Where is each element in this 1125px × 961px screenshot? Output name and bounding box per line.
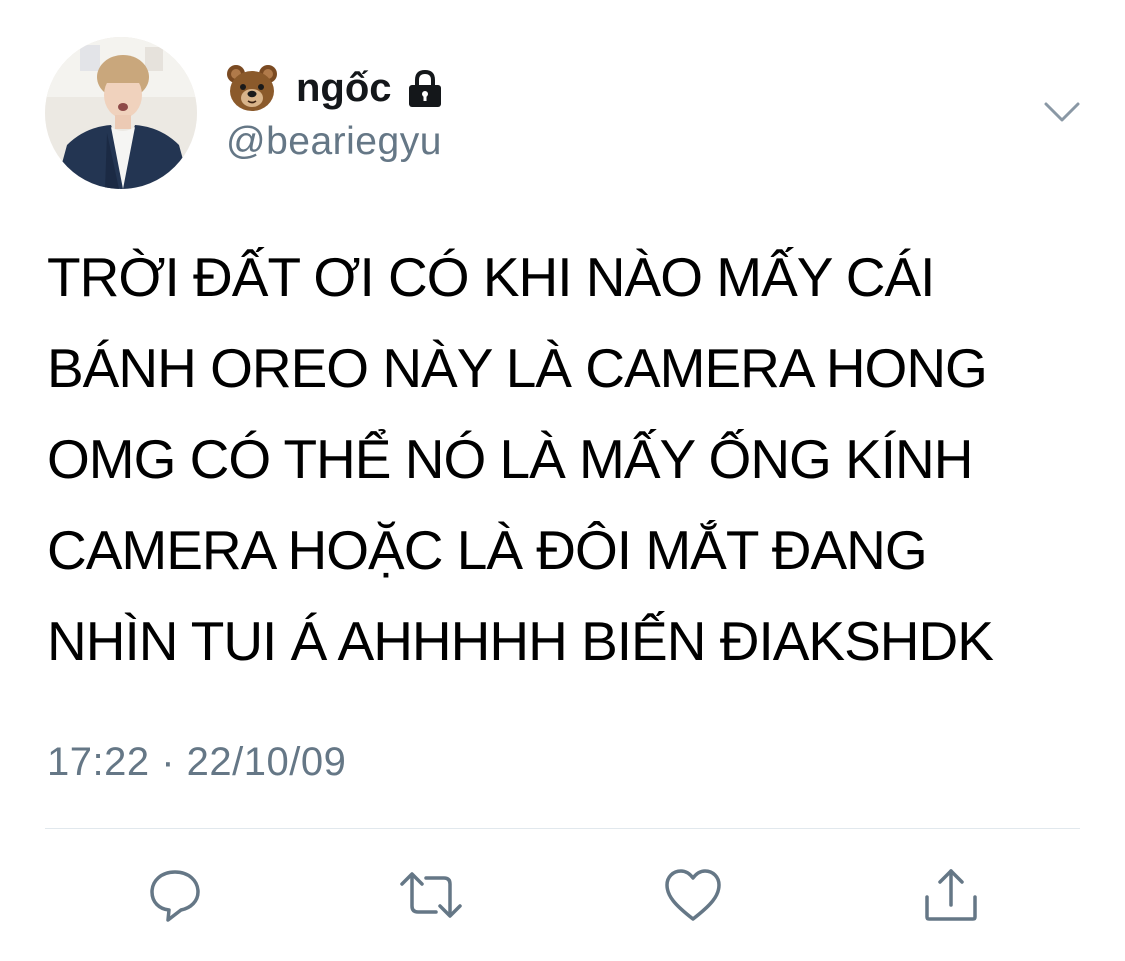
share-arrow-icon: [925, 869, 977, 921]
retweet-arrows-icon: [400, 872, 462, 918]
name-row: ngốc: [226, 58, 446, 118]
tweet-timestamp[interactable]: 17:22 · 22/10/09: [47, 740, 346, 785]
user-handle: @beariegyu: [226, 120, 442, 163]
share-button[interactable]: [918, 862, 984, 928]
avatar[interactable]: [45, 37, 197, 189]
like-button[interactable]: [660, 862, 726, 928]
bear-face-emoji: [227, 65, 277, 111]
chevron-down-icon[interactable]: [1040, 98, 1084, 128]
retweet-button[interactable]: [398, 862, 464, 928]
avatar-photo: [45, 37, 197, 189]
display-name: ngốc: [296, 65, 392, 110]
speech-bubble-icon: [150, 870, 200, 922]
lock-icon: [408, 69, 441, 107]
user-info[interactable]: ngốc @beariegyu: [226, 58, 446, 164]
tweet-card: ngốc @beariegyu TRỜI ĐẤT ƠI CÓ KHI NÀO M…: [0, 0, 1125, 961]
heart-icon: [665, 869, 721, 921]
reply-button[interactable]: [142, 862, 208, 928]
divider: [45, 828, 1080, 829]
tweet-text: TRỜI ĐẤT ƠI CÓ KHI NÀO MẤY CÁI BÁNH OREO…: [47, 246, 994, 672]
